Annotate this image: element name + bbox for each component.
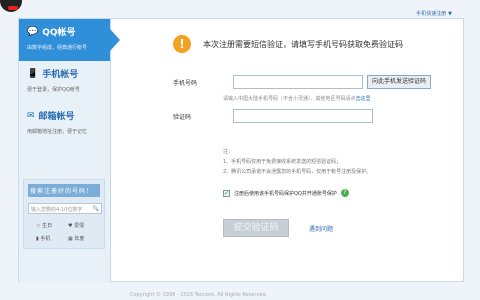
sidebar-item-phone[interactable]: 📱 手机帐号 便于登录，保护QQ帐号	[19, 61, 110, 103]
phone-label: 手机号码	[173, 79, 198, 87]
protect-checkbox-row[interactable]: ✓ 注册后使用该手机号码保护QQ并开通账号保护 ?	[223, 189, 349, 197]
category-year[interactable]: ▦ 年度	[68, 235, 100, 242]
notes-title: 注：	[223, 149, 234, 155]
code-label: 验证码	[173, 113, 192, 121]
qq-logo-icon	[0, 0, 22, 12]
category-phone[interactable]: ▮ 手机	[36, 235, 68, 242]
main-content: ! 本次注册需要短信验证，请填写手机号码获取免费验证码 手机号码 向此手机发送验…	[111, 19, 465, 283]
help-icon[interactable]: ?	[340, 189, 349, 197]
note-item: 1、手机号码仅用于免费接收系统发送的短信验证码；	[223, 159, 342, 165]
code-input[interactable]	[233, 109, 373, 123]
category-love[interactable]: ♥ 爱情	[68, 222, 100, 229]
search-icon[interactable]: 🔍	[93, 206, 99, 212]
mail-icon: ✉	[27, 110, 35, 121]
protect-checkbox-label: 注册后使用该手机号码保护QQ并开通账号保护	[234, 190, 337, 197]
notice-text: 本次注册需要短信验证，请填写手机号码获取免费验证码	[203, 39, 403, 49]
sidebar-item-subtitle: 用邮箱地址注册，便于记忆	[27, 129, 88, 135]
notes: 注： 1、手机号码仅用于免费接收系统发送的短信验证码； 2、腾讯公司承诺不会泄露…	[223, 147, 371, 177]
sidebar-item-label: QQ帐号	[42, 28, 76, 38]
number-search-input[interactable]: 输入您要的4-10位数字 🔍	[28, 203, 102, 214]
other-region-link[interactable]: 击这里	[356, 96, 371, 102]
calendar-icon: ▦	[68, 236, 73, 242]
qq-icon: 💬	[27, 26, 39, 37]
footer-copyright: Copyright © 1998 - 2015 Tencent. All Rig…	[130, 292, 268, 298]
top-bar: 手机快速注册 ▼	[0, 0, 480, 17]
code-row: 验证码	[173, 109, 373, 123]
send-code-button[interactable]: 向此手机发送验证码	[367, 75, 432, 89]
phone-icon: ▮	[36, 236, 39, 242]
sidebar-item-qq[interactable]: 💬 QQ帐号 由数字组成，经典通行帐号	[19, 19, 120, 61]
note-item: 2、腾讯公司承诺不会泄露您的手机号码，仅用于帐号注册及保护。	[223, 169, 372, 175]
protect-checkbox[interactable]: ✓	[223, 189, 230, 197]
number-search-title: 搜索注册好的号码！	[28, 184, 100, 197]
number-category-list: ☆ 生日 ♥ 爱情 ▮ 手机 ▦ 年度	[28, 222, 100, 242]
warning-icon: !	[173, 35, 191, 53]
birthday-icon: ☆	[36, 223, 41, 229]
phone-hint: 请输入中国大陆手机号码（不含小灵通），其他地区号码请点击这里	[223, 96, 371, 102]
phone-icon: 📱	[27, 68, 39, 79]
sidebar-item-label: 手机帐号	[42, 70, 79, 80]
number-search-box: 搜索注册好的号码！ 输入您要的4-10位数字 🔍 ☆ 生日 ♥ 爱情 ▮ 手机 …	[23, 179, 105, 249]
problem-link[interactable]: 遇到问题	[309, 224, 333, 233]
submit-code-button[interactable]: 提交验证码	[223, 219, 289, 237]
heart-icon: ♥	[68, 223, 73, 229]
sidebar-item-email[interactable]: ✉ 邮箱帐号 用邮箱地址注册，便于记忆	[19, 103, 110, 145]
page: 手机快速注册 ▼ 💬 QQ帐号 由数字组成，经典通行帐号 📱 手机帐号 便于登录，…	[0, 0, 480, 300]
chevron-down-icon: ▼	[448, 11, 452, 17]
sms-notice: ! 本次注册需要短信验证，请填写手机号码获取免费验证码	[173, 35, 403, 53]
phone-input[interactable]	[233, 75, 363, 89]
sidebar-item-subtitle: 便于登录，保护QQ帐号	[27, 87, 80, 93]
sidebar-item-subtitle: 由数字组成，经典通行帐号	[27, 45, 88, 51]
quick-register-link[interactable]: 手机快速注册 ▼	[414, 10, 452, 17]
register-panel: 💬 QQ帐号 由数字组成，经典通行帐号 📱 手机帐号 便于登录，保护QQ帐号 ✉…	[18, 18, 465, 283]
phone-row: 手机号码 向此手机发送验证码	[173, 75, 432, 89]
sidebar: 💬 QQ帐号 由数字组成，经典通行帐号 📱 手机帐号 便于登录，保护QQ帐号 ✉…	[19, 19, 120, 283]
sidebar-item-label: 邮箱帐号	[38, 112, 75, 122]
category-birthday[interactable]: ☆ 生日	[36, 222, 68, 229]
